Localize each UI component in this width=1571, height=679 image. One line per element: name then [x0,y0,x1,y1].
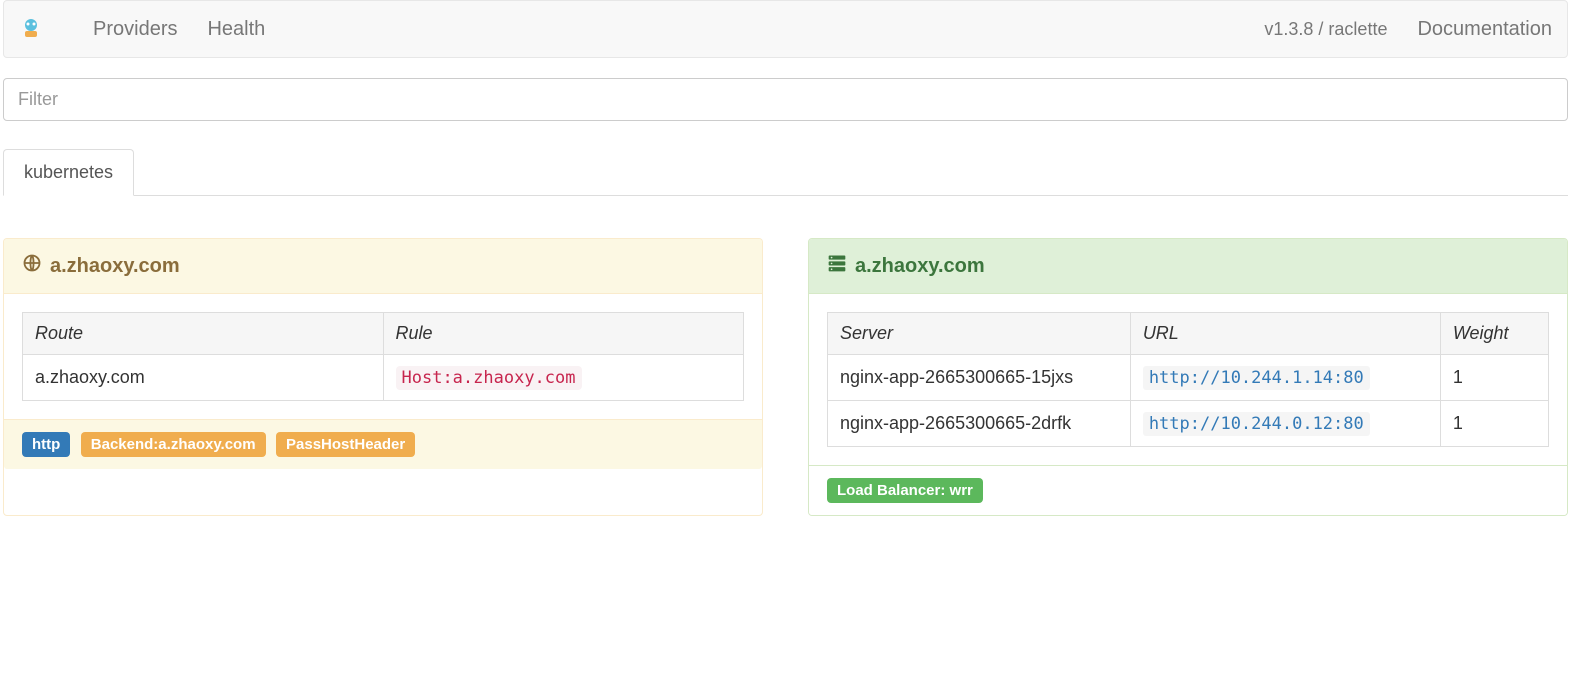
nav-providers[interactable]: Providers [93,18,177,41]
servers-table: Server URL Weight nginx-app-2665300665-1… [827,312,1549,447]
url-cell: http://10.244.1.14:80 [1130,355,1440,401]
col-weight: Weight [1440,313,1548,355]
table-row: a.zhaoxy.com Host:a.zhaoxy.com [23,355,744,401]
filter-input[interactable] [3,78,1568,121]
route-cell: a.zhaoxy.com [23,355,384,401]
badge-loadbalancer: Load Balancer: wrr [827,478,983,503]
logo-icon [19,17,43,41]
rule-code: Host:a.zhaoxy.com [396,366,582,390]
col-server: Server [828,313,1131,355]
col-rule: Rule [383,313,744,355]
server-icon [827,253,847,279]
backend-title: a.zhaoxy.com [855,255,985,278]
globe-icon [22,253,42,279]
backend-footer: Load Balancer: wrr [809,465,1567,515]
nav-health[interactable]: Health [207,18,265,41]
version-label: v1.3.8 / raclette [1264,19,1387,40]
table-row: nginx-app-2665300665-15jxs http://10.244.… [828,355,1549,401]
navbar: Providers Health v1.3.8 / raclette Docum… [3,0,1568,58]
frontend-footer: http Backend:a.zhaoxy.com PassHostHeader [4,419,762,469]
badge-backend: Backend:a.zhaoxy.com [81,432,266,457]
weight-cell: 1 [1440,355,1548,401]
rule-cell: Host:a.zhaoxy.com [383,355,744,401]
nav-documentation[interactable]: Documentation [1417,18,1552,41]
routes-table: Route Rule a.zhaoxy.com Host:a.zhaoxy.com [22,312,744,401]
col-url: URL [1130,313,1440,355]
tab-kubernetes[interactable]: kubernetes [3,149,134,196]
backend-heading: a.zhaoxy.com [809,239,1567,294]
frontend-heading: a.zhaoxy.com [4,239,762,294]
frontend-title: a.zhaoxy.com [50,255,180,278]
frontend-panel: a.zhaoxy.com Route Rule a.zhaoxy.com Host… [3,238,763,516]
col-route: Route [23,313,384,355]
badge-passhostheader: PassHostHeader [276,432,415,457]
server-cell: nginx-app-2665300665-15jxs [828,355,1131,401]
url-cell: http://10.244.0.12:80 [1130,401,1440,447]
url-link[interactable]: http://10.244.0.12:80 [1143,412,1370,436]
weight-cell: 1 [1440,401,1548,447]
badge-http: http [22,432,70,457]
url-link[interactable]: http://10.244.1.14:80 [1143,366,1370,390]
provider-tabs: kubernetes [3,149,1568,196]
server-cell: nginx-app-2665300665-2drfk [828,401,1131,447]
table-row: nginx-app-2665300665-2drfk http://10.244.… [828,401,1549,447]
backend-panel: a.zhaoxy.com Server URL Weight nginx-app… [808,238,1568,516]
